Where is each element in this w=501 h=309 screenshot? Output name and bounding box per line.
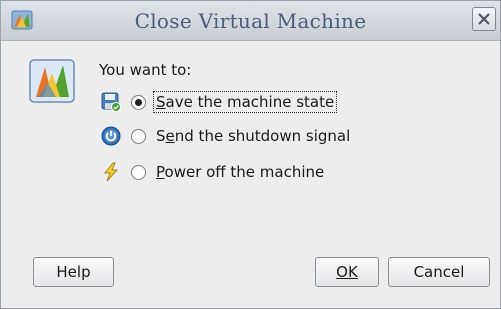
option-label-save-state: Save the machine state [152,91,338,113]
option-shutdown-signal[interactable]: Send the shutdown signal [101,123,352,149]
title-bar[interactable]: Close Virtual Machine [1,1,500,41]
option-label-shutdown-signal: Send the shutdown signal [156,127,351,145]
option-save-state[interactable]: Save the machine state [101,89,338,115]
close-button[interactable] [472,7,496,31]
close-icon [478,13,490,25]
save-state-icon [101,92,121,112]
help-button[interactable]: Help [33,257,114,287]
lightning-icon [103,162,119,182]
ok-button-label: OK [336,263,358,281]
prompt-label: You want to: [99,61,192,79]
virtualbox-icon [29,59,75,103]
radio-power-off[interactable] [131,164,146,180]
dialog-window: Close Virtual Machine You want to: Save … [0,0,501,309]
power-button-icon [101,126,121,146]
ok-button[interactable]: OK [315,257,379,287]
radio-shutdown-signal[interactable] [131,128,146,144]
radio-save-state[interactable] [131,94,146,110]
option-power-off[interactable]: Power off the machine [101,159,326,185]
option-label-power-off: Power off the machine [156,163,325,181]
cancel-button[interactable]: Cancel [388,257,490,287]
window-title: Close Virtual Machine [134,9,367,33]
